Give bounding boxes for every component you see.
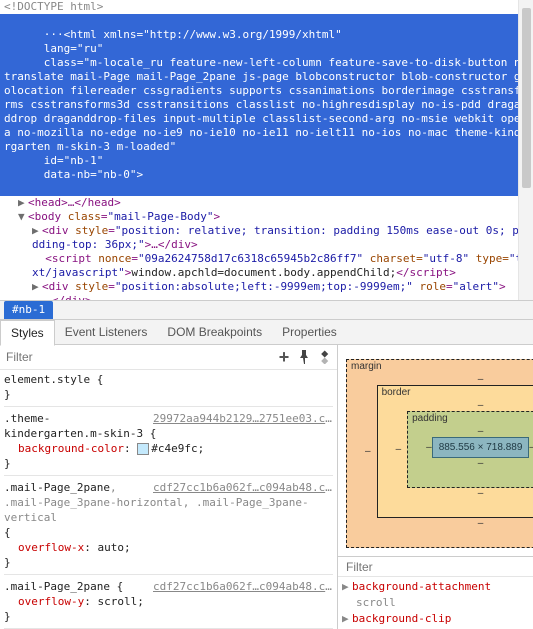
source-link[interactable]: 29972aa944b2129…2751ee03.css:1 — [153, 411, 333, 426]
label-border: border — [382, 387, 411, 398]
tab-dom-breakpoints[interactable]: DOM Breakpoints — [157, 320, 272, 344]
element-state-icon[interactable] — [315, 348, 333, 366]
prop-bgcolor[interactable]: background-color: #c4e9fc; — [4, 441, 333, 456]
prop-overflow-y[interactable]: overflow-y: scroll; — [4, 594, 333, 609]
rule-2pane-1[interactable]: cdf27cc1b6a062f…c094ab48.css:1.mail-Page… — [4, 480, 333, 525]
breadcrumb-item[interactable]: #nb-1 — [4, 301, 53, 319]
computed-list[interactable]: ▶background-attachment scroll ▶backgroun… — [338, 577, 533, 629]
rule-close: } — [4, 456, 333, 471]
computed-row[interactable]: ▶background-attachment — [342, 579, 533, 595]
label-margin: margin — [351, 361, 382, 372]
rule-2pane-2[interactable]: cdf27cc1b6a062f…c094ab48.css:1.mail-Page… — [4, 579, 333, 594]
prop-overflow-x[interactable]: overflow-x: auto; — [4, 540, 333, 555]
styles-filter-input[interactable] — [4, 349, 273, 365]
ellipsis-line[interactable]: …</div> — [0, 294, 533, 300]
rule-theme-2[interactable]: kindergarten.m-skin-3 { — [4, 426, 333, 441]
rule-close: } — [4, 555, 333, 570]
source-link[interactable]: cdf27cc1b6a062f…c094ab48.css:1 — [153, 579, 333, 594]
new-style-rule-icon[interactable]: + — [275, 348, 293, 366]
breadcrumb-bar[interactable]: #nb-1 — [0, 300, 533, 320]
styles-pane: + element.style { } 29972aa944b2129…2751… — [0, 345, 338, 629]
computed-pane: margin – – border – – padding – — [338, 345, 533, 629]
rule-theme[interactable]: 29972aa944b2129…2751ee03.css:1.theme- — [4, 411, 333, 426]
styles-tabs: Styles Event Listeners DOM Breakpoints P… — [0, 320, 533, 345]
computed-value: scroll — [342, 595, 533, 611]
tab-event-listeners[interactable]: Event Listeners — [55, 320, 158, 344]
rule-open: { — [4, 525, 333, 540]
head-line[interactable]: ▶<head>…</head> — [0, 196, 533, 210]
div-line-1[interactable]: ▶<div style="position: relative; transit… — [0, 224, 533, 252]
label-padding: padding — [412, 413, 448, 424]
elements-dom-tree[interactable]: <!DOCTYPE html> ···<html xmlns="http://w… — [0, 0, 533, 300]
scrollbar[interactable] — [518, 0, 533, 300]
box-model[interactable]: margin – – border – – padding – — [338, 345, 533, 556]
rule-close: } — [4, 609, 333, 624]
tab-properties[interactable]: Properties — [272, 320, 347, 344]
html-element-line[interactable]: ···<html xmlns="http://www.w3.org/1999/x… — [0, 14, 533, 196]
computed-filter-input[interactable] — [344, 559, 533, 575]
script-line[interactable]: <script nonce="09a2624758d17c6318c65945b… — [0, 252, 533, 280]
source-link[interactable]: cdf27cc1b6a062f…c094ab48.css:1 — [153, 480, 333, 495]
pin-icon[interactable] — [295, 348, 313, 366]
rule-element-style[interactable]: element.style { — [4, 372, 333, 387]
doctype-line[interactable]: <!DOCTYPE html> — [0, 0, 533, 14]
computed-row[interactable]: ▶background-clip — [342, 611, 533, 627]
box-content-size: 885.556 × 718.889 — [432, 437, 530, 458]
body-line[interactable]: ▼<body class="mail-Page-Body"> — [0, 210, 533, 224]
tab-styles[interactable]: Styles — [0, 320, 55, 346]
div-line-2[interactable]: ▶<div style="position:absolute;left:-999… — [0, 280, 533, 294]
rule-close: } — [4, 387, 333, 402]
